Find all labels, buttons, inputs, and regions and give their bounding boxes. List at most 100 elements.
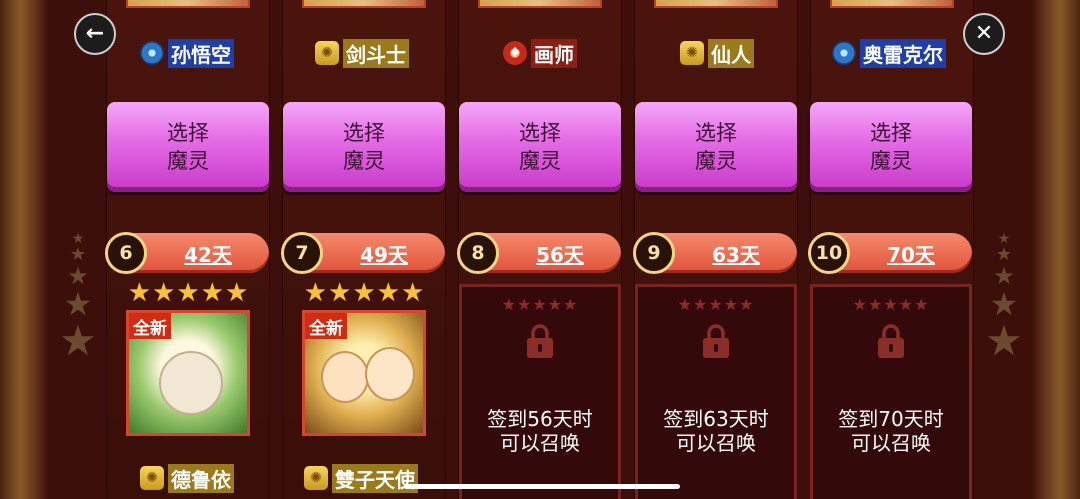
decorative-stars-right: ★ ★ ★ ★ ★ bbox=[980, 232, 1028, 372]
hero-name-tag: 奥雷克尔 bbox=[832, 38, 946, 68]
lock-icon bbox=[527, 324, 553, 358]
star-icon: ★ bbox=[352, 278, 376, 308]
back-button[interactable]: ← bbox=[74, 13, 116, 55]
day-number: 9 bbox=[633, 232, 675, 274]
light-element-icon: ✺ bbox=[304, 466, 328, 490]
locked-text: 签到56天时 可以召唤 bbox=[462, 407, 618, 455]
light-element-icon: ✺ bbox=[140, 466, 164, 490]
star-icon: ★ bbox=[400, 278, 425, 308]
star-icon: ★ bbox=[985, 316, 1023, 365]
star-icon: ★ bbox=[127, 278, 152, 308]
star-icon: ★ bbox=[376, 278, 400, 308]
water-element-icon bbox=[832, 41, 856, 65]
light-element-icon: ✺ bbox=[680, 41, 704, 65]
day-label: 49天 bbox=[360, 242, 408, 267]
select-button-line1: 选择 bbox=[695, 121, 737, 145]
day-label: 42天 bbox=[184, 242, 232, 267]
select-button-line1: 选择 bbox=[519, 121, 561, 145]
select-button-line1: 选择 bbox=[870, 121, 912, 145]
locked-reward-slot: ★★★★★ 签到56天时 可以召唤 bbox=[459, 284, 621, 499]
monster-portrait bbox=[159, 351, 223, 415]
home-indicator[interactable] bbox=[404, 484, 680, 489]
day-pill: 9 63天 bbox=[633, 232, 797, 274]
locked-text: 签到63天时 可以召唤 bbox=[638, 407, 794, 455]
star-icon: ★ bbox=[303, 278, 328, 308]
day-pill: 10 70天 bbox=[808, 232, 972, 274]
star-icon: ★ bbox=[152, 278, 176, 308]
day-pill: 8 56天 bbox=[457, 232, 621, 274]
reward-name: 德鲁依 bbox=[168, 463, 234, 493]
hero-portrait[interactable] bbox=[126, 0, 250, 8]
hero-name-tag: ✺ 仙人 bbox=[680, 38, 754, 68]
day-label: 56天 bbox=[536, 242, 584, 267]
select-monster-button[interactable]: 选择 魔灵 bbox=[283, 102, 445, 192]
star-icon: ★ bbox=[328, 278, 352, 308]
select-button-line2: 魔灵 bbox=[167, 149, 209, 173]
day-number: 7 bbox=[281, 232, 323, 274]
stars-icon: ★★★★★ bbox=[852, 295, 930, 314]
locked-text: 签到70天时 可以召唤 bbox=[813, 407, 969, 455]
hero-name-tag: ♦ 画师 bbox=[503, 38, 577, 68]
day-number: 10 bbox=[808, 232, 850, 274]
select-button-line2: 魔灵 bbox=[695, 149, 737, 173]
new-badge: 全新 bbox=[305, 313, 347, 339]
star-icon: ★ bbox=[176, 278, 200, 308]
day-number: 6 bbox=[105, 232, 147, 274]
day-number: 8 bbox=[457, 232, 499, 274]
locked-text-line1: 签到56天时 bbox=[487, 407, 593, 431]
hero-name: 画师 bbox=[531, 38, 577, 68]
hero-portrait[interactable] bbox=[654, 0, 778, 8]
star-rating: ★ ★ ★ ★ ★ bbox=[126, 279, 250, 307]
lock-icon bbox=[703, 324, 729, 358]
reward-name-tag: ✺ 雙子天使 bbox=[304, 463, 418, 493]
decorative-stars-left: ★ ★ ★ ★ ★ bbox=[54, 232, 102, 372]
select-monster-button[interactable]: 选择 魔灵 bbox=[107, 102, 269, 192]
locked-reward-slot: ★★★★★ 签到63天时 可以召唤 bbox=[635, 284, 797, 499]
select-button-line1: 选择 bbox=[343, 121, 385, 145]
reward-monster-card[interactable]: 全新 bbox=[126, 310, 250, 436]
close-icon: ✕ bbox=[974, 21, 994, 46]
locked-text-line1: 签到63天时 bbox=[663, 407, 769, 431]
select-button-line1: 选择 bbox=[167, 121, 209, 145]
hero-name: 仙人 bbox=[708, 38, 754, 68]
reward-name-tag: ✺ 德鲁依 bbox=[140, 463, 234, 493]
select-button-line2: 魔灵 bbox=[870, 149, 912, 173]
select-button-line2: 魔灵 bbox=[343, 149, 385, 173]
day-pill: 7 49天 bbox=[281, 232, 445, 274]
hero-portrait[interactable] bbox=[830, 0, 954, 8]
star-icon: ★ bbox=[200, 278, 224, 308]
hero-name: 孙悟空 bbox=[168, 38, 234, 68]
new-badge: 全新 bbox=[129, 313, 171, 339]
reward-monster-card[interactable]: 全新 bbox=[302, 310, 426, 436]
hero-portrait[interactable] bbox=[478, 0, 602, 8]
day-label: 63天 bbox=[712, 242, 760, 267]
locked-text-line2: 可以召唤 bbox=[500, 431, 580, 455]
monster-portrait bbox=[365, 347, 415, 401]
stars-icon: ★★★★★ bbox=[501, 295, 579, 314]
locked-text-line2: 可以召唤 bbox=[676, 431, 756, 455]
select-monster-button[interactable]: 选择 魔灵 bbox=[459, 102, 621, 192]
select-button-line2: 魔灵 bbox=[519, 149, 561, 173]
star-icon: ★ bbox=[224, 278, 249, 308]
day-label: 70天 bbox=[887, 242, 935, 267]
hero-portrait[interactable] bbox=[302, 0, 426, 8]
select-monster-button[interactable]: 选择 魔灵 bbox=[810, 102, 972, 192]
monster-portrait bbox=[321, 351, 369, 403]
locked-text-line1: 签到70天时 bbox=[838, 407, 944, 431]
light-element-icon: ✺ bbox=[315, 41, 339, 65]
hero-name: 奥雷克尔 bbox=[860, 38, 946, 68]
close-button[interactable]: ✕ bbox=[963, 13, 1005, 55]
stars-icon: ★★★★★ bbox=[677, 295, 755, 314]
day-pill: 6 42天 bbox=[105, 232, 269, 274]
select-monster-button[interactable]: 选择 魔灵 bbox=[635, 102, 797, 192]
hero-name-tag: ✺ 剑斗士 bbox=[315, 38, 409, 68]
fire-element-icon: ♦ bbox=[503, 41, 527, 65]
star-rating: ★ ★ ★ ★ ★ bbox=[302, 279, 426, 307]
arrow-left-icon: ← bbox=[85, 21, 105, 46]
hero-name-tag: 孙悟空 bbox=[140, 38, 234, 68]
lock-icon bbox=[878, 324, 904, 358]
locked-text-line2: 可以召唤 bbox=[851, 431, 931, 455]
hero-name: 剑斗士 bbox=[343, 38, 409, 68]
star-icon: ★ bbox=[59, 316, 97, 365]
locked-reward-slot: ★★★★★ 签到70天时 可以召唤 bbox=[810, 284, 972, 499]
